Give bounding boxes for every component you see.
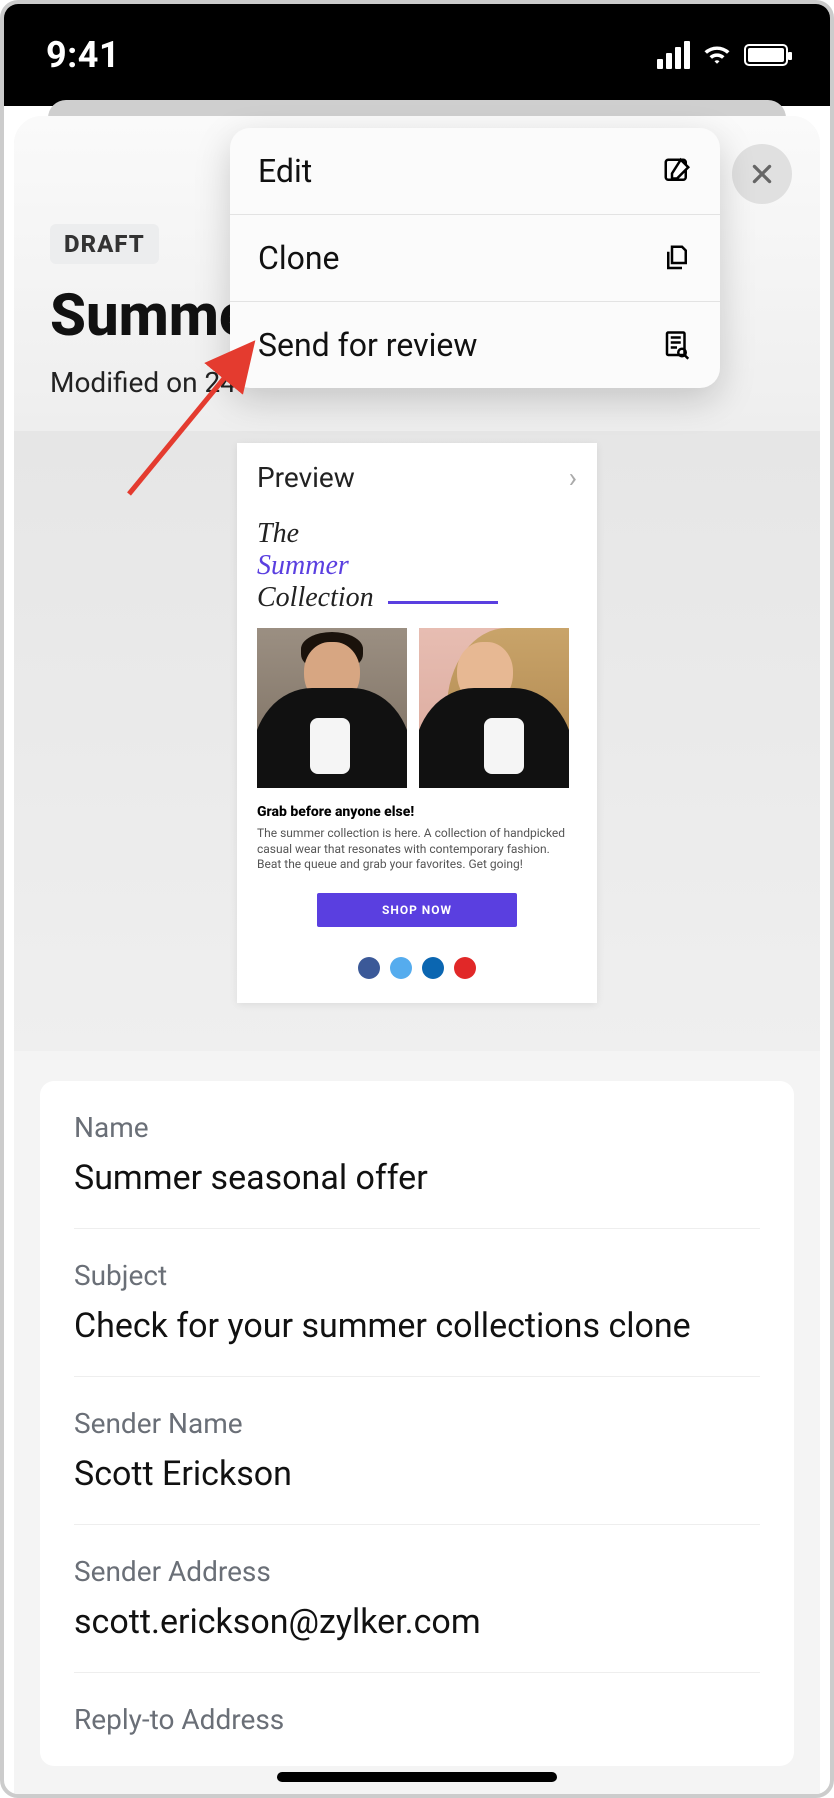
app-frame: 9:41 DRAFT Summer seasonal offer Modifie… xyxy=(0,0,834,1798)
field-sender-address-value: scott.erickson@zylker.com xyxy=(74,1602,760,1642)
context-menu: Edit Clone Send for review xyxy=(230,128,720,388)
field-reply-to-label: Reply-to Address xyxy=(74,1703,760,1736)
edit-icon xyxy=(662,156,692,186)
status-indicators xyxy=(657,41,788,69)
preview-text: Grab before anyone else! The summer coll… xyxy=(237,798,597,879)
cellular-icon xyxy=(657,41,690,69)
field-sender-address-label: Sender Address xyxy=(74,1555,760,1588)
facebook-icon xyxy=(358,957,380,979)
preview-label: Preview xyxy=(257,461,355,494)
pinterest-icon xyxy=(454,957,476,979)
clone-icon xyxy=(662,243,692,273)
preview-section: Preview › The Summer Collection Grab xyxy=(14,431,820,1051)
preview-photo-1 xyxy=(257,628,407,788)
preview-header: Preview › xyxy=(237,443,597,504)
menu-edit[interactable]: Edit xyxy=(230,128,720,215)
shop-now-button[interactable]: SHOP NOW xyxy=(317,893,517,927)
details-card: Name Summer seasonal offer Subject Check… xyxy=(40,1081,794,1766)
status-bar: 9:41 xyxy=(4,4,830,106)
menu-clone[interactable]: Clone xyxy=(230,215,720,302)
preview-headline: Grab before anyone else! xyxy=(257,804,577,820)
field-name-value: Summer seasonal offer xyxy=(74,1158,760,1198)
menu-send-for-review[interactable]: Send for review xyxy=(230,302,720,388)
menu-edit-label: Edit xyxy=(258,152,312,190)
preview-title-underline xyxy=(388,601,498,604)
field-subject-value: Check for your summer collections clone xyxy=(74,1306,760,1346)
close-button[interactable] xyxy=(732,144,792,204)
wifi-icon xyxy=(702,43,732,67)
field-reply-to: Reply-to Address xyxy=(74,1673,760,1766)
preview-title-line2: Summer xyxy=(257,550,577,582)
menu-clone-label: Clone xyxy=(258,239,340,277)
field-name-label: Name xyxy=(74,1111,760,1144)
field-subject-label: Subject xyxy=(74,1259,760,1292)
preview-title-block: The Summer Collection xyxy=(237,504,597,618)
field-name: Name Summer seasonal offer xyxy=(74,1081,760,1229)
field-sender-name: Sender Name Scott Erickson xyxy=(74,1377,760,1525)
field-sender-name-value: Scott Erickson xyxy=(74,1454,760,1494)
home-indicator xyxy=(277,1772,557,1782)
battery-icon xyxy=(744,44,788,66)
preview-photos xyxy=(237,618,597,798)
menu-send-for-review-label: Send for review xyxy=(258,326,477,364)
linkedin-icon xyxy=(422,957,444,979)
preview-social-icons xyxy=(237,957,597,979)
preview-title-line1: The xyxy=(257,518,577,550)
twitter-icon xyxy=(390,957,412,979)
close-icon xyxy=(749,161,775,187)
field-sender-name-label: Sender Name xyxy=(74,1407,760,1440)
preview-photo-2 xyxy=(419,628,569,788)
status-badge: DRAFT xyxy=(50,224,159,264)
chevron-right-icon: › xyxy=(569,461,577,494)
field-sender-address: Sender Address scott.erickson@zylker.com xyxy=(74,1525,760,1673)
preview-card[interactable]: Preview › The Summer Collection Grab xyxy=(237,443,597,1003)
field-subject: Subject Check for your summer collection… xyxy=(74,1229,760,1377)
status-time: 9:41 xyxy=(46,34,120,76)
preview-body: The summer collection is here. A collect… xyxy=(257,826,577,873)
review-icon xyxy=(662,330,692,360)
preview-title-line3: Collection xyxy=(257,582,374,614)
